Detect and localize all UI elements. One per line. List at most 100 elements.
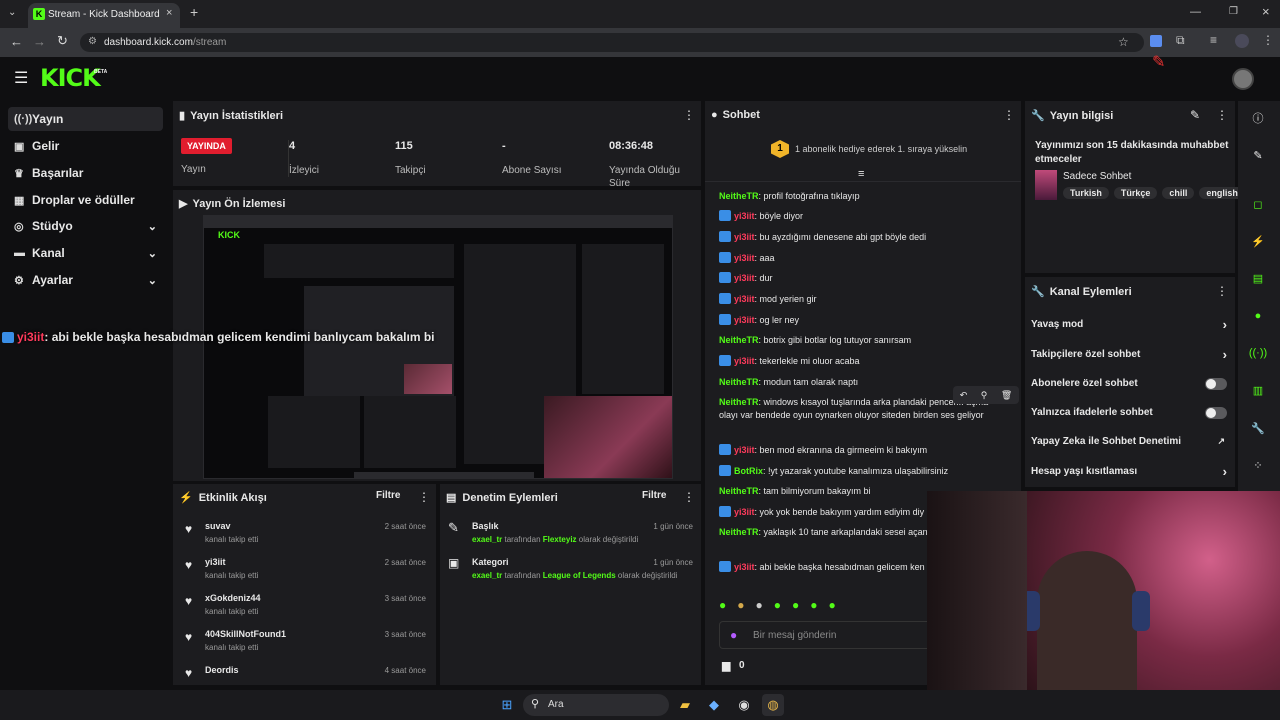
emotes-only-toggle[interactable] — [1205, 407, 1227, 419]
sidebar-item-kanal[interactable]: ▬ Kanal ⌄ — [8, 241, 163, 265]
delete-icon[interactable]: 🗑 — [1001, 390, 1012, 401]
sidebar-item-droplar[interactable]: ▦ Droplar ve ödüller — [8, 188, 163, 212]
gift-icon[interactable]: ▆ — [722, 659, 730, 672]
chat-username[interactable]: NeitheTR — [719, 397, 759, 407]
layout-icon[interactable]: ▥ — [1244, 376, 1272, 404]
start-icon[interactable]: ⊞ — [496, 694, 518, 716]
chat-username[interactable]: yi3iit — [734, 315, 755, 325]
chat-username[interactable]: NeitheTR — [719, 377, 759, 387]
info-icon[interactable]: ⓘ — [1244, 104, 1272, 132]
gear-icon: ⚙ — [14, 274, 24, 287]
microphone-icon[interactable]: ● — [730, 628, 737, 642]
site-info-icon[interactable]: ⚙ — [88, 36, 97, 47]
tab-list-icon[interactable]: ⌄ — [8, 7, 16, 18]
url-field[interactable]: ⚙ dashboard.kick.com/stream ☆ — [80, 33, 1144, 52]
sidebar-item-yayin[interactable]: ((·)) Yayın — [8, 107, 163, 131]
window-close-icon[interactable]: × — [1262, 4, 1270, 19]
reload-icon[interactable]: ↻ — [57, 33, 68, 49]
translate-extension-icon[interactable] — [1150, 35, 1162, 47]
chrome-icon[interactable]: ◍ — [762, 694, 784, 716]
chat-username[interactable]: yi3iit — [734, 211, 755, 221]
taskbar-search[interactable]: ⚲ Ara — [523, 694, 669, 716]
emote-icon[interactable]: ● — [756, 598, 763, 616]
app-icon[interactable]: ◆ — [703, 694, 725, 716]
tag[interactable]: Türkçe — [1113, 187, 1158, 199]
maximize-icon[interactable]: ❐ — [1229, 6, 1238, 17]
profile-avatar-icon[interactable] — [1235, 34, 1249, 48]
moderation-filter-button[interactable]: Filtre — [642, 490, 666, 501]
edit-icon[interactable]: ✎ — [1190, 108, 1200, 122]
chat-username[interactable]: yi3iit — [734, 507, 755, 517]
emote-icon[interactable]: ● — [719, 598, 726, 616]
more-options-icon[interactable]: ⋮ — [418, 490, 430, 504]
emote-icon[interactable]: ● — [829, 598, 836, 616]
emote-icon[interactable]: ● — [774, 598, 781, 616]
list-icon[interactable]: ▤ — [1244, 264, 1272, 292]
chat-username[interactable]: yi3iit — [734, 356, 755, 366]
pin-icon[interactable]: ⚲ — [981, 390, 988, 401]
pencil-icon[interactable]: ✎ — [1244, 141, 1272, 169]
minimize-icon[interactable]: — — [1190, 6, 1201, 18]
sidebar-item-ayarlar[interactable]: ⚙ Ayarlar ⌄ — [8, 268, 163, 292]
chat-username[interactable]: NeitheTR — [719, 335, 759, 345]
sidebar-item-basarilar[interactable]: ♛ Başarılar — [8, 161, 163, 185]
chat-username[interactable]: NeitheTR — [719, 527, 759, 537]
chat-username[interactable]: yi3iit — [734, 253, 755, 263]
account-age-row[interactable]: Hesap yaşı kısıtlaması › — [1031, 464, 1227, 479]
obs-icon[interactable]: ◉ — [733, 694, 755, 716]
emote-icon[interactable]: ● — [792, 598, 799, 616]
emote-icon[interactable]: ● — [737, 598, 744, 616]
back-icon[interactable]: ← — [10, 34, 23, 49]
bookmark-star-icon[interactable]: ☆ — [1118, 35, 1129, 49]
chat-username[interactable]: NeitheTR — [719, 191, 759, 201]
subscribers-only-toggle[interactable] — [1205, 378, 1227, 390]
new-tab-icon[interactable]: + — [190, 4, 198, 20]
extensions-icon[interactable]: ⧉ — [1176, 33, 1185, 48]
hamburger-menu-icon[interactable]: ☰ — [14, 68, 28, 88]
category-name[interactable]: Sadece Sohbet — [1063, 171, 1131, 182]
ai-moderation-row[interactable]: Yapay Zeka ile Sohbet Denetimi ↗ — [1031, 436, 1227, 447]
chat-username[interactable]: yi3iit — [734, 232, 755, 242]
tag[interactable]: Turkish — [1063, 187, 1109, 199]
chat-username[interactable]: yi3iit — [734, 273, 755, 283]
undo-icon[interactable]: ↶ — [960, 390, 968, 401]
more-options-icon[interactable]: ⋮ — [1216, 284, 1228, 298]
chat-username[interactable]: BotRix — [734, 466, 763, 476]
chat-username[interactable]: NeitheTR — [719, 486, 759, 496]
activity-filter-button[interactable]: Filtre — [376, 490, 400, 501]
kick-logo[interactable]: KICK — [40, 64, 101, 92]
tab-close-icon[interactable]: × — [166, 7, 172, 19]
more-options-icon[interactable]: ⋮ — [683, 490, 695, 504]
sidebar-item-studyo[interactable]: ◎ Stüdyo ⌄ — [8, 214, 163, 238]
gift-rank-prompt[interactable]: 1 abonelik hediye ederek 1. sıraya yükse… — [795, 144, 967, 154]
chart-icon: ▮ — [179, 110, 186, 122]
focus-icon[interactable]: ◻ — [1244, 190, 1272, 218]
more-options-icon[interactable]: ⋮ — [1216, 108, 1228, 122]
broadcast-icon[interactable]: ((·)) — [1244, 339, 1272, 367]
collapse-pinned-icon[interactable]: ≡ — [858, 168, 864, 180]
emote-icon[interactable]: ● — [810, 598, 817, 616]
followers-only-row[interactable]: Takipçilere özel sohbet › — [1031, 347, 1227, 362]
browser-tab[interactable]: K Stream - Kick Dashboard × — [28, 3, 180, 28]
forward-icon[interactable]: → — [33, 34, 46, 49]
more-options-icon[interactable]: ⋮ — [1003, 108, 1015, 122]
stream-preview-video[interactable]: KICK — [203, 215, 673, 479]
chat-username[interactable]: yi3iit — [734, 562, 755, 572]
lightning-icon[interactable]: ⚡ — [1244, 227, 1272, 255]
chat-icon[interactable]: ● — [1244, 302, 1272, 330]
chat-username[interactable]: yi3iit — [734, 294, 755, 304]
tag[interactable]: chill — [1162, 187, 1195, 199]
share-icon[interactable]: ⁘ — [1244, 451, 1272, 479]
sidebar-item-gelir[interactable]: ▣ Gelir — [8, 134, 163, 158]
slow-mode-row[interactable]: Yavaş mod › — [1031, 317, 1227, 332]
live-label: Yayın — [181, 164, 206, 175]
more-options-icon[interactable]: ⋮ — [683, 108, 695, 122]
user-avatar[interactable] — [1232, 68, 1254, 90]
browser-menu-icon[interactable]: ⋮ — [1262, 33, 1274, 47]
chat-message: NeitheTR: botrix gibi botlar log tutuyor… — [719, 334, 1009, 347]
reading-list-icon[interactable]: ≡ — [1210, 33, 1217, 47]
tools-icon[interactable]: 🔧 — [1244, 414, 1272, 442]
chat-username[interactable]: yi3iit — [734, 445, 755, 455]
channel-actions-panel: 🔧 Kanal Eylemleri ⋮ Yavaş mod › Takipçiler… — [1025, 277, 1235, 487]
file-explorer-icon[interactable]: ▰ — [674, 694, 696, 716]
